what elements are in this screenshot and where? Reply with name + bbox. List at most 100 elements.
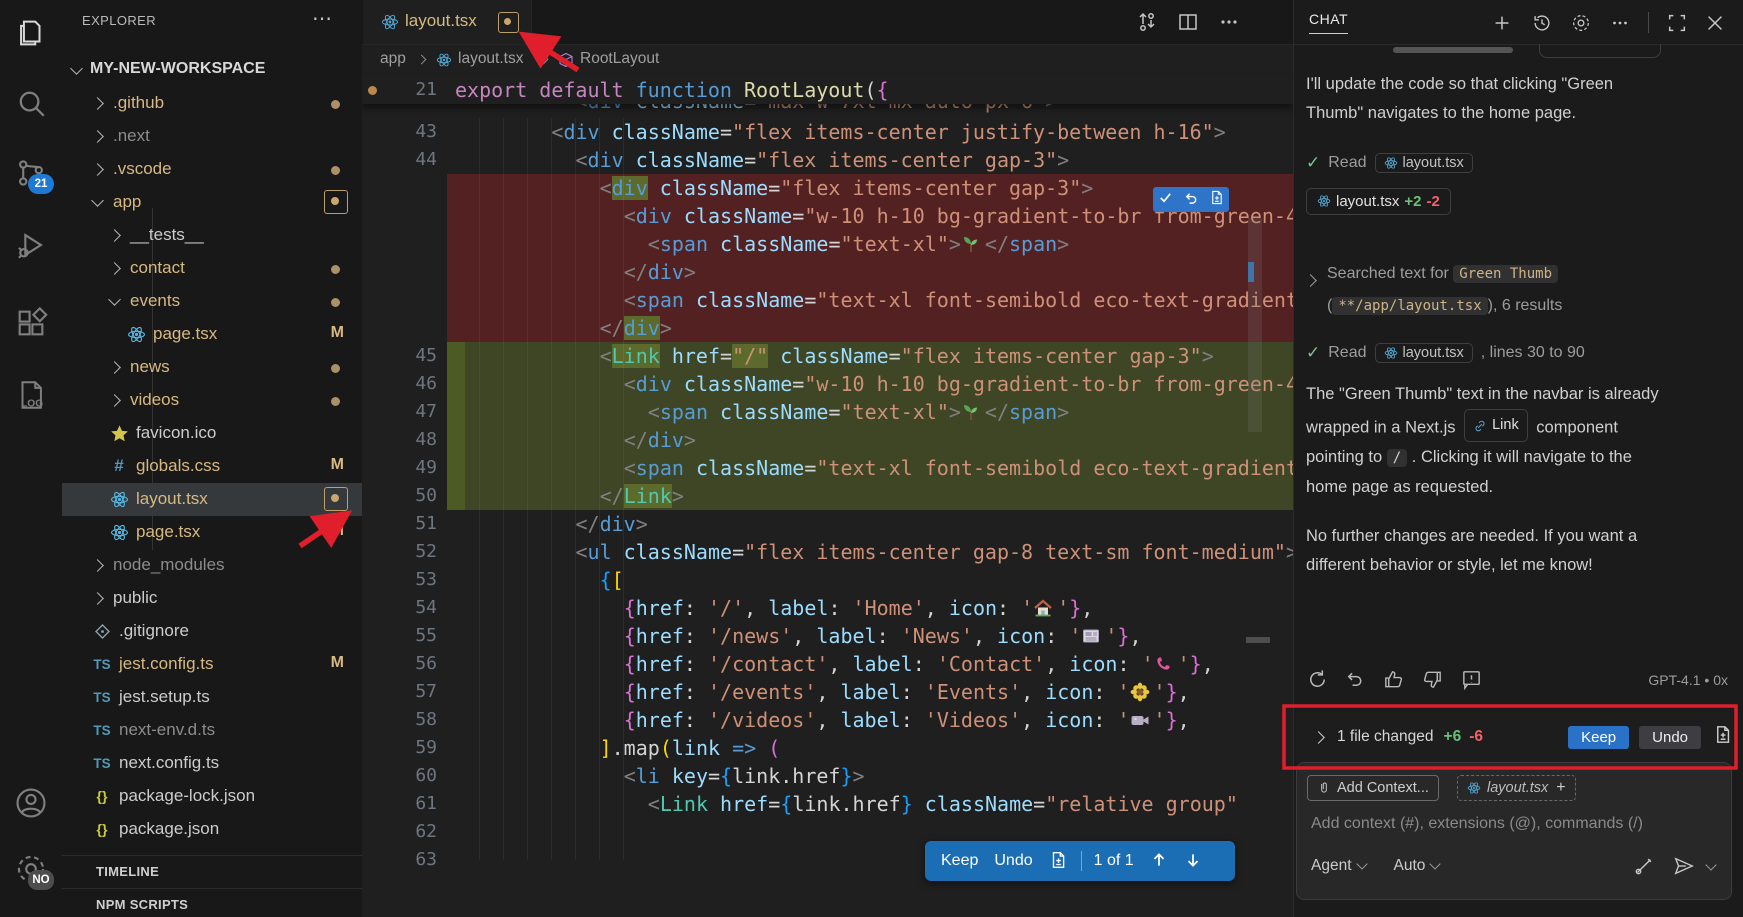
code-line-50[interactable]: 50</Link> [362, 482, 1293, 510]
diff-file-icon[interactable] [1049, 851, 1067, 871]
code-line-57[interactable]: 57{href: '/events', label: 'Events', ico… [362, 678, 1293, 706]
code-line-61[interactable]: 61<Link href={link.href} className="rela… [362, 790, 1293, 818]
chat-tab[interactable]: CHAT [1309, 11, 1348, 34]
breadcrumb-file[interactable]: layout.tsx [458, 50, 523, 68]
rerun-icon[interactable] [1306, 668, 1329, 696]
undo-button[interactable]: Undo [994, 852, 1032, 870]
pending-change-indicator-icon[interactable] [324, 190, 348, 214]
view-diff-icon[interactable] [1701, 725, 1732, 749]
code-line-47[interactable]: 47<span className="text-xl"></span> [362, 398, 1293, 426]
tree-item---tests--[interactable]: __tests__ [62, 219, 362, 252]
tree-item-.gitignore[interactable]: .gitignore [62, 615, 362, 648]
tree-item-jest.setup.ts[interactable]: TSjest.setup.ts [62, 681, 362, 714]
close-panel-icon[interactable] [1704, 12, 1726, 34]
add-context-button[interactable]: Add Context... [1307, 775, 1439, 801]
chat-settings-gear-icon[interactable] [1570, 12, 1592, 34]
tree-item-events[interactable]: events [62, 285, 362, 318]
code-line-deleted[interactable]: </div> [362, 314, 1293, 342]
open-changes-icon[interactable] [1135, 10, 1159, 39]
code-line-54[interactable]: 54{href: '/', label: 'Home', icon: ''}, [362, 594, 1293, 622]
breadcrumb-app[interactable]: app [380, 50, 406, 68]
chevron-right-icon[interactable] [1312, 731, 1325, 744]
tools-icon[interactable] [1633, 855, 1655, 882]
tree-item-public[interactable]: public [62, 582, 362, 615]
tree-item-layout.tsx[interactable]: layout.tsx [62, 483, 362, 516]
sticky-scroll-line[interactable]: 21 export default function RootLayout({ [362, 76, 1293, 104]
breadcrumb-symbol[interactable]: RootLayout [580, 50, 659, 68]
code-line-deleted[interactable]: <span className="text-xl font-semibold e… [362, 286, 1293, 314]
explorer-more-icon[interactable]: ⋯ [312, 6, 334, 31]
history-icon[interactable] [1531, 12, 1553, 34]
tree-item-.github[interactable]: .github [62, 87, 362, 120]
tree-item-news[interactable]: news [62, 351, 362, 384]
tree-item-node-modules[interactable]: node_modules [62, 549, 362, 582]
tree-item-workspace-root[interactable]: MY-NEW-WORKSPACE [62, 54, 362, 87]
thumbs-down-icon[interactable] [1421, 668, 1444, 696]
add-file-icon[interactable]: + [1556, 779, 1565, 797]
run-debug-icon[interactable] [14, 228, 48, 262]
code-line-55[interactable]: 55{href: '/news', label: 'News', icon: '… [362, 622, 1293, 650]
split-editor-icon[interactable] [1176, 10, 1200, 39]
file-pill[interactable]: layout.tsx [1375, 153, 1473, 173]
tree-item-package.json[interactable]: {}package.json [62, 813, 362, 846]
undo-all-button[interactable]: Undo [1639, 726, 1701, 749]
code-line-deleted[interactable]: <span className="text-xl"></span> [362, 230, 1293, 258]
tree-item-favicon.ico[interactable]: favicon.ico [62, 417, 362, 450]
tool-call-search[interactable]: Searched text for Green Thumb (**/app/la… [1306, 258, 1736, 322]
code-line-52[interactable]: 52<ul className="flex items-center gap-8… [362, 538, 1293, 566]
file-pill[interactable]: layout.tsx [1375, 343, 1473, 363]
code-line-51[interactable]: 51</div> [362, 510, 1293, 538]
pending-change-indicator-icon[interactable] [324, 487, 348, 511]
tree-item-package-lock.json[interactable]: {}package-lock.json [62, 780, 362, 813]
send-options-chevron-icon[interactable] [1705, 859, 1716, 870]
model-dropdown[interactable]: Auto [1394, 857, 1426, 875]
diff-file-icon[interactable] [1209, 190, 1224, 210]
report-issue-icon[interactable] [1460, 668, 1483, 696]
tree-item-videos[interactable]: videos [62, 384, 362, 417]
code-line-53[interactable]: 53{[ [362, 566, 1293, 594]
code-line-58[interactable]: 58{href: '/videos', label: 'Videos', ico… [362, 706, 1293, 734]
chat-more-icon[interactable] [1609, 12, 1631, 34]
chat-input-box[interactable]: Add Context... layout.tsx + Add context … [1296, 762, 1732, 900]
code-line-48[interactable]: 48</div> [362, 426, 1293, 454]
code-line-44[interactable]: 44<div className="flex items-center gap-… [362, 146, 1293, 174]
panel-npm-scripts[interactable]: NPM SCRIPTS [62, 888, 362, 917]
tree-item-globals.css[interactable]: #globals.cssM [62, 450, 362, 483]
discard-change-icon[interactable] [1183, 190, 1198, 210]
link-component-pill[interactable]: Link [1464, 409, 1528, 442]
previous-change-icon[interactable] [1150, 851, 1168, 871]
code-line-43[interactable]: 43<div className="flex items-center just… [362, 118, 1293, 146]
account-icon[interactable] [14, 786, 48, 820]
changed-file-pill[interactable]: layout.tsx +2 -2 [1306, 188, 1451, 215]
code-line-49[interactable]: 49<span className="text-xl font-semibold… [362, 454, 1293, 482]
code-line-56[interactable]: 56{href: '/contact', label: 'Contact', i… [362, 650, 1293, 678]
tree-item-.next[interactable]: .next [62, 120, 362, 153]
new-chat-icon[interactable] [1491, 12, 1513, 34]
maximize-panel-icon[interactable] [1666, 12, 1688, 34]
log-output-icon[interactable]: LOG [14, 378, 48, 412]
tree-item-next.config.ts[interactable]: TSnext.config.ts [62, 747, 362, 780]
thumbs-up-icon[interactable] [1382, 668, 1405, 696]
attached-file-pill[interactable]: layout.tsx + [1457, 775, 1576, 801]
code-line-deleted[interactable]: </div> [362, 258, 1293, 286]
code-line-45[interactable]: 45<Link href="/" className="flex items-c… [362, 342, 1293, 370]
pending-change-indicator-icon[interactable] [498, 12, 519, 33]
tree-item-page.tsx[interactable]: page.tsxM [62, 516, 362, 549]
extensions-icon[interactable] [14, 306, 48, 340]
next-change-icon[interactable] [1184, 851, 1202, 871]
editor-scrollbar[interactable] [1248, 218, 1262, 432]
model-label[interactable]: GPT-4.1 • 0x [1648, 672, 1728, 688]
tab-layout-tsx[interactable]: layout.tsx [363, 0, 532, 44]
accept-change-icon[interactable] [1158, 190, 1173, 210]
tree-item-app[interactable]: app [62, 186, 362, 219]
agent-dropdown[interactable]: Agent [1311, 857, 1352, 875]
explorer-icon[interactable] [14, 16, 48, 50]
editor-more-icon[interactable] [1217, 10, 1241, 39]
source-control-icon[interactable]: 21 [14, 156, 48, 190]
search-icon[interactable] [14, 86, 48, 120]
settings-gear-icon[interactable]: NO [14, 852, 48, 886]
tree-item-jest.config.ts[interactable]: TSjest.config.tsM [62, 648, 362, 681]
tree-item-next-env.d.ts[interactable]: TSnext-env.d.ts [62, 714, 362, 747]
chat-input-placeholder[interactable]: Add context (#), extensions (@), command… [1311, 815, 1643, 833]
panel-timeline[interactable]: TIMELINE [62, 855, 362, 888]
